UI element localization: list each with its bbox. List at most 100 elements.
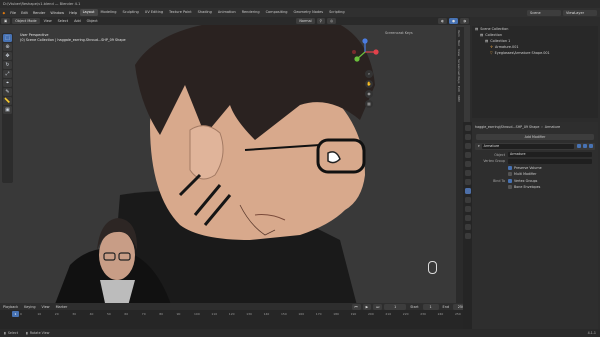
play-icon[interactable]: ▶ (362, 303, 372, 310)
tab-modeling[interactable]: Modeling (98, 9, 120, 16)
tab-compositing[interactable]: Compositing (263, 9, 291, 16)
snap-icon[interactable]: ⚲ (316, 18, 326, 24)
menu-render[interactable]: Render (33, 11, 45, 15)
move-icon[interactable]: ✥ (3, 52, 12, 60)
sidebar-tab-screencast[interactable]: Screencast Keys (457, 59, 461, 84)
menu-help[interactable]: Help (69, 11, 77, 15)
select-box-icon[interactable]: ⬚ (3, 34, 12, 42)
3d-viewport[interactable]: User Perspective (0) Scene Collection | … (0, 25, 470, 317)
editor-type-button[interactable]: ▣ (1, 18, 11, 24)
world-tab-icon[interactable] (464, 170, 471, 176)
scene-tab-icon[interactable] (464, 161, 471, 167)
frame-tick-label: 190 (350, 312, 357, 316)
sidebar-tab-item[interactable]: Item (457, 30, 461, 37)
end-label: End (442, 304, 449, 309)
scene-selector[interactable]: Scene (527, 9, 561, 16)
menu-playback[interactable]: Playback (3, 305, 18, 309)
transform-icon[interactable]: ⌖ (3, 79, 12, 87)
navigation-gizmo[interactable] (350, 37, 380, 67)
menu-edit[interactable]: Edit (21, 11, 28, 15)
output-tab-icon[interactable] (464, 143, 471, 149)
sidebar-tab-view[interactable]: View (457, 49, 461, 56)
render-toggle[interactable] (589, 144, 593, 149)
camera-icon[interactable]: ◉ (365, 90, 373, 98)
playhead[interactable]: 1 (12, 311, 19, 317)
outliner[interactable]: ▤ Scene Collection ▤ Collection ▤ Collec… (472, 26, 598, 118)
status-rotate-view: Rotate View (29, 331, 50, 335)
menu-timeline-view[interactable]: View (42, 305, 50, 309)
viewport-header: ▣ Object Mode View Select Add Object Nor… (0, 17, 470, 25)
sidebar-tab-tool[interactable]: Tool (457, 40, 461, 46)
menu-view[interactable]: View (44, 19, 52, 23)
menu-marker[interactable]: Marker (56, 305, 68, 309)
vertex-group-field[interactable] (508, 158, 592, 164)
grid-icon[interactable]: ▦ (365, 100, 373, 108)
orientation-dropdown[interactable]: Normal (296, 18, 315, 24)
tab-shading[interactable]: Shading (195, 9, 215, 16)
frame-tick-label: 100 (194, 312, 200, 316)
mode-dropdown[interactable]: Object Mode (12, 18, 40, 24)
menu-select[interactable]: Select (58, 19, 68, 23)
physics-tab-icon[interactable] (464, 206, 471, 212)
frame-tick-label: 90 (176, 312, 181, 316)
sidebar-tab-edit[interactable]: Edit (457, 86, 461, 92)
tool-tab-icon[interactable] (464, 125, 471, 131)
view-layer-selector[interactable]: ViewLayer (563, 9, 597, 16)
chevron-down-icon[interactable]: ▾ (478, 144, 480, 148)
modifier-header[interactable]: ▾ Armature (475, 143, 595, 150)
zoom-icon[interactable]: ⌕ (365, 70, 373, 78)
cursor-icon[interactable]: ⊕ (3, 43, 12, 51)
vertex-groups-checkbox[interactable] (508, 178, 512, 183)
menu-object[interactable]: Object (87, 19, 98, 23)
blender-logo-icon[interactable]: ◆ (3, 11, 6, 15)
current-frame-field[interactable]: 1 (384, 303, 407, 310)
tab-rendering[interactable]: Rendering (239, 9, 263, 16)
tab-layout[interactable]: Layout (79, 9, 98, 16)
multi-modifier-checkbox[interactable] (508, 172, 512, 177)
annotate-icon[interactable]: ✎ (3, 88, 12, 96)
outliner-row[interactable]: ▽ Eyeglasses\Armature Shape.001 (472, 50, 598, 56)
sidebar-tab-vrm[interactable]: VRM (457, 95, 461, 102)
jump-start-icon[interactable]: ⏮ (351, 303, 361, 310)
tab-geometry-nodes[interactable]: Geometry Nodes (291, 9, 327, 16)
menu-add[interactable]: Add (74, 19, 81, 23)
tab-uv-editing[interactable]: UV Editing (142, 9, 166, 16)
view-layer-tab-icon[interactable] (464, 152, 471, 158)
data-tab-icon[interactable] (464, 224, 471, 230)
viewport-toggle[interactable] (583, 144, 587, 149)
rotate-icon[interactable]: ↻ (3, 61, 12, 69)
jump-end-icon[interactable]: ⏭ (373, 303, 383, 310)
object-tab-icon[interactable] (464, 179, 471, 185)
shading-solid-icon[interactable]: ● (449, 18, 459, 24)
menu-keying[interactable]: Keying (24, 305, 35, 309)
material-tab-icon[interactable] (464, 233, 471, 239)
render-tab-icon[interactable] (464, 134, 471, 140)
menu-file[interactable]: File (10, 11, 16, 15)
tab-texture-paint[interactable]: Texture Paint (166, 9, 195, 16)
proportional-edit-icon[interactable]: ◎ (327, 18, 337, 24)
tab-animation[interactable]: Animation (215, 9, 239, 16)
bone-envelopes-checkbox[interactable] (508, 185, 512, 190)
frame-ruler[interactable]: 0 10 20 30 40 50 60 70 80 90 100 110 120 130 140 150 160… (0, 311, 470, 317)
constraints-tab-icon[interactable] (464, 215, 471, 221)
start-frame-field[interactable]: 1 (422, 303, 439, 310)
scale-icon[interactable]: ⤢ (3, 70, 12, 78)
tab-scripting[interactable]: Scripting (326, 9, 348, 16)
shading-material-icon[interactable]: ◑ (460, 18, 469, 24)
modifier-name-field[interactable]: Armature (481, 143, 574, 149)
bone-envelopes-row[interactable]: Bone Envelopes (472, 184, 598, 191)
add-modifier-button[interactable]: Add Modifier (476, 133, 594, 140)
modifier-tab-icon[interactable] (464, 188, 471, 194)
measure-icon[interactable]: 📏 (3, 97, 12, 105)
overlays-icon[interactable]: ◐ (438, 18, 448, 24)
add-cube-icon[interactable]: ▣ (3, 106, 12, 114)
particles-tab-icon[interactable] (464, 197, 471, 203)
collection-icon: ▤ (485, 39, 489, 43)
edit-mode-toggle[interactable] (577, 144, 581, 149)
object-field[interactable]: Armature (508, 152, 592, 158)
preserve-volume-checkbox[interactable] (508, 165, 512, 170)
tab-sculpting[interactable]: Sculpting (119, 9, 141, 16)
frame-tick-label: 20 (54, 312, 59, 316)
pan-hand-icon[interactable]: ✋ (365, 80, 373, 88)
menu-window[interactable]: Window (50, 11, 64, 15)
